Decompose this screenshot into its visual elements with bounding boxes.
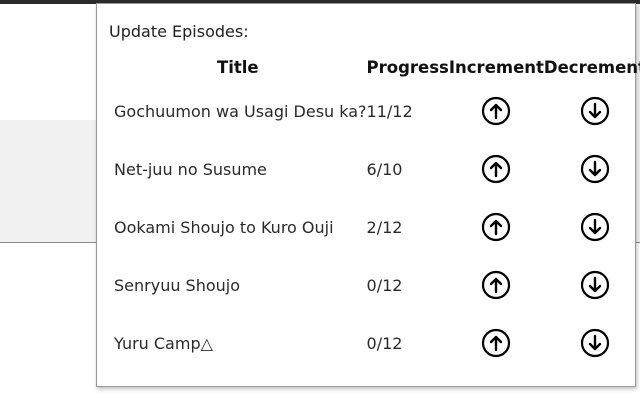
- table-row: Yuru Camp△ 0/12: [109, 314, 640, 372]
- arrow-down-circle-icon: [580, 212, 610, 242]
- row-title: Senryuu Shoujo: [114, 275, 241, 295]
- background-area: [0, 4, 96, 120]
- arrow-down-circle-icon: [580, 270, 610, 300]
- decrement-button[interactable]: [580, 270, 610, 300]
- arrow-down-circle-icon: [580, 328, 610, 358]
- update-episodes-popup: Update Episodes: Title Progress Incremen…: [96, 3, 640, 387]
- arrow-up-circle-icon: [482, 96, 511, 126]
- decrement-button[interactable]: [580, 154, 610, 184]
- table-header-row: Title Progress Increment Decrement: [109, 52, 640, 82]
- decrement-button[interactable]: [580, 212, 610, 242]
- table-row: Senryuu Shoujo 0/12: [109, 256, 640, 314]
- column-header-progress: Progress: [366, 57, 449, 77]
- table-row: Gochuumon wa Usagi Desu ka? 11/12: [109, 82, 640, 140]
- arrow-up-circle-icon: [482, 328, 511, 358]
- row-progress: 0/12: [366, 333, 403, 353]
- increment-button[interactable]: [481, 328, 511, 358]
- column-header-increment: Increment: [448, 57, 544, 77]
- row-progress: 2/12: [366, 217, 403, 237]
- table-row: Net-juu no Susume 6/10: [109, 140, 640, 198]
- increment-button[interactable]: [481, 270, 511, 300]
- arrow-up-circle-icon: [482, 212, 511, 242]
- increment-button[interactable]: [481, 212, 511, 242]
- decrement-button[interactable]: [580, 96, 610, 126]
- arrow-down-circle-icon: [580, 154, 610, 184]
- row-progress: 6/10: [366, 159, 403, 179]
- arrow-down-circle-icon: [580, 96, 610, 126]
- column-header-decrement: Decrement: [543, 57, 640, 77]
- row-title: Gochuumon wa Usagi Desu ka?: [114, 101, 367, 121]
- row-progress: 0/12: [366, 275, 403, 295]
- decrement-button[interactable]: [580, 328, 610, 358]
- arrow-up-circle-icon: [482, 270, 511, 300]
- episodes-table: Title Progress Increment Decrement Gochu…: [109, 52, 640, 372]
- arrow-up-circle-icon: [482, 154, 511, 184]
- increment-button[interactable]: [481, 154, 511, 184]
- row-progress: 11/12: [366, 101, 413, 121]
- row-title: Net-juu no Susume: [114, 159, 267, 179]
- table-row: Ookami Shoujo to Kuro Ouji 2/12: [109, 198, 640, 256]
- increment-button[interactable]: [481, 96, 511, 126]
- row-title: Ookami Shoujo to Kuro Ouji: [114, 217, 334, 237]
- row-title: Yuru Camp△: [114, 333, 213, 353]
- column-header-title: Title: [216, 57, 259, 77]
- popup-title: Update Episodes:: [109, 22, 249, 41]
